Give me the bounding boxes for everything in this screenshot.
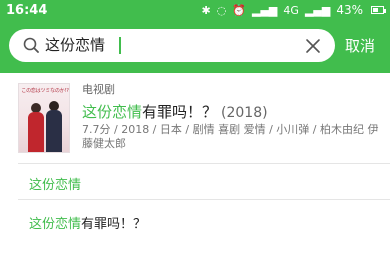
suggestion-highlight: 这份恋情 [29, 217, 82, 232]
search-box[interactable]: 这份恋情 [9, 29, 335, 62]
status-time: 16:44 [6, 3, 48, 18]
text-cursor [119, 37, 121, 54]
status-bar: 16:44 ✱ ◌ ⏰ ▂▄▆ 4G ▂▄▆ 43% [0, 0, 390, 22]
search-input[interactable]: 这份恋情 [45, 29, 300, 62]
poster-image[interactable]: この恋はツミなのか!? [18, 83, 70, 153]
bluetooth-icon: ✱ [201, 3, 211, 17]
battery-icon [371, 6, 386, 14]
signal-icon: ▂▄▆ [252, 3, 278, 17]
result-year: (2018) [221, 105, 268, 121]
result-meta: 7.7分 / 2018 / 日本 / 剧情 喜剧 爱情 / 小川弹 / 柏木由纪… [82, 123, 379, 150]
status-icons: ✱ ◌ ⏰ ▂▄▆ 4G ▂▄▆ 43% [201, 3, 386, 17]
divider [18, 199, 390, 200]
result-title[interactable]: 这份恋情有罪吗！？ (2018) [82, 101, 268, 122]
cancel-button[interactable]: 取消 [345, 35, 375, 56]
poster-figure [28, 112, 44, 152]
poster-figure [46, 110, 62, 152]
divider [18, 163, 390, 164]
suggestion-item[interactable]: 这份恋情有罪吗！？ [29, 213, 146, 232]
poster-title: この恋はツミなのか!? [21, 88, 69, 94]
app-header: 16:44 ✱ ◌ ⏰ ▂▄▆ 4G ▂▄▆ 43% 这份恋情 取消 [0, 0, 390, 73]
mute-icon: ◌ [216, 3, 227, 17]
signal-icon-2: ▂▄▆ [304, 3, 331, 17]
result-title-highlight: 这份恋情 [82, 103, 143, 121]
suggestion-item[interactable]: 这份恋情 [29, 174, 81, 193]
clear-icon[interactable] [305, 38, 321, 54]
network-type: 4G [283, 3, 299, 17]
result-card[interactable]: この恋はツミなのか!? 电视剧 这份恋情有罪吗！？ (2018) 7.7分 / 2… [0, 73, 390, 163]
search-icon [23, 37, 39, 53]
alarm-icon: ⏰ [232, 3, 247, 17]
suggestion-rest: 有罪吗！？ [81, 217, 147, 232]
battery-percent: 43% [336, 3, 363, 17]
suggestion-highlight: 这份恋情 [29, 178, 82, 193]
result-type: 电视剧 [82, 83, 115, 96]
result-title-rest: 有罪吗！？ [142, 103, 218, 121]
